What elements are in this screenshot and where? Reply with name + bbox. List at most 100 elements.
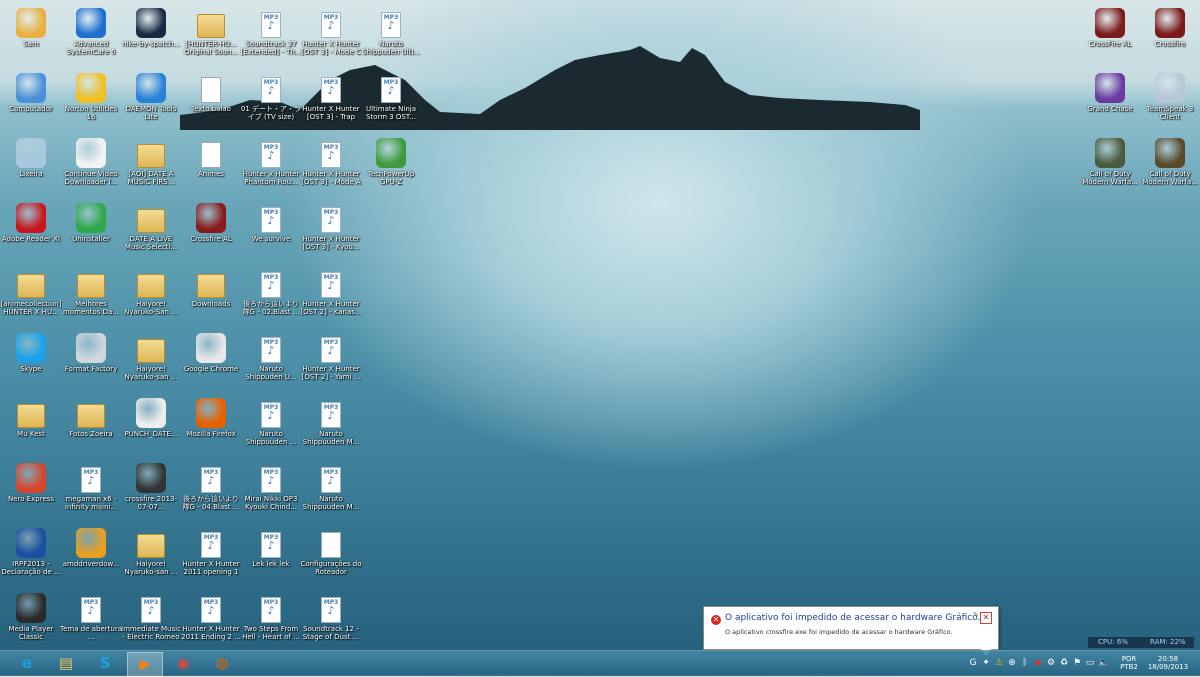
- language-indicator[interactable]: POR PTB2: [1118, 655, 1140, 671]
- tray-bluetooth-icon[interactable]: ᛒ: [1020, 658, 1030, 668]
- desktop-icon[interactable]: TeamSpeak 3 Client: [1139, 69, 1200, 133]
- desktop-icon[interactable]: Downloads: [180, 264, 242, 328]
- desktop-icon[interactable]: TechPowerUp GPU-Z: [360, 134, 422, 198]
- amd-driver-icon: [76, 528, 106, 558]
- desktop-icon[interactable]: Haiyore! Nyaruko-san ...: [120, 524, 182, 588]
- desktop-icon[interactable]: Tema de abertura ...: [60, 589, 122, 653]
- desktop-icon[interactable]: Advanced SystemCare 6: [60, 4, 122, 68]
- taskbar[interactable]: e ▤ S ▶ ◉ ◍ G ✦ ⚠ ⊕ ᛒ ◆ ⚙ ♻ ⚑ ▭ 🔈 POR PTB2 20:58 18/09/…: [0, 650, 1200, 677]
- desktop-icon[interactable]: Mozilla Firefox: [180, 394, 242, 458]
- desktop-icon[interactable]: Lixeira: [0, 134, 62, 198]
- taskbar-media-player-button[interactable]: ▶: [127, 652, 163, 677]
- desktop-icon[interactable]: Hunter X Hunter [OST 3] - Trap: [300, 69, 362, 133]
- desktop-icon[interactable]: Naruto Shippuuden M...: [300, 459, 362, 523]
- desktop-icon[interactable]: PUNCH_DATE...: [120, 394, 182, 458]
- tray-flag-icon[interactable]: ⚑: [1072, 658, 1082, 668]
- desktop-icon[interactable]: Hunter x Hunter Phantom Rou...: [240, 134, 302, 198]
- desktop-icon[interactable]: Lek lek lek: [240, 524, 302, 588]
- desktop-icon[interactable]: [AOI] DATE A MUSIC FIRS...: [120, 134, 182, 198]
- desktop-icon[interactable]: Naruto Shippuden U...: [240, 329, 302, 393]
- gpu-z-icon: [376, 138, 406, 168]
- desktop-icon[interactable]: Nero Express: [0, 459, 62, 523]
- desktop-icon[interactable]: Crossfire AL: [180, 199, 242, 263]
- tray-settings-icon[interactable]: ⚙: [1046, 658, 1056, 668]
- desktop-icon[interactable]: nike-by-spatch...: [120, 4, 182, 68]
- desktop-icon[interactable]: Media Player Classic: [0, 589, 62, 653]
- desktop-icon[interactable]: Mu Kest: [0, 394, 62, 458]
- desktop-icon[interactable]: Adobe Reader XI: [0, 199, 62, 263]
- desktop-icon[interactable]: Hunter X Hunter 2011 opening 1: [180, 524, 242, 588]
- desktop-icon[interactable]: Hunter X Hunter 2011 Ending 2 ...: [180, 589, 242, 653]
- desktop-icon[interactable]: Fotos Zoeira: [60, 394, 122, 458]
- desktop-icon[interactable]: Naruto Shippuuden ...: [240, 394, 302, 458]
- desktop-icon[interactable]: 後ろから這いより隊G - 04.Blast ...: [180, 459, 242, 523]
- taskbar-google-chrome-button[interactable]: ◉: [166, 652, 200, 675]
- desktop-icon[interactable]: Hunter X Hunter [OST 2] - Yami ...: [300, 329, 362, 393]
- desktop-icon[interactable]: Call of Duty Modern Warfa...: [1079, 134, 1141, 198]
- desktop-icon[interactable]: Format Factory: [60, 329, 122, 393]
- desktop-icon[interactable]: DATE A LIVE Music Selecti...: [120, 199, 182, 263]
- desktop-icon-label: Mu Kest: [17, 430, 45, 438]
- desktop-icon[interactable]: Continue Video Downloader l...: [60, 134, 122, 198]
- desktop-icon[interactable]: Sam: [0, 4, 62, 68]
- desktop-icon[interactable]: CrossFire AL: [1079, 4, 1141, 68]
- tray-volume-icon[interactable]: 🔈: [1098, 658, 1109, 668]
- close-button[interactable]: ✕: [980, 612, 992, 624]
- desktop-icon[interactable]: Ultimate Ninja Storm 3 OST...: [360, 69, 422, 133]
- desktop-icon[interactable]: crossfire 2013-07-07...: [120, 459, 182, 523]
- desktop-icon[interactable]: Skype: [0, 329, 62, 393]
- desktop-icon[interactable]: IRPF2013 - Declaração de ...: [0, 524, 62, 588]
- taskbar-internet-explorer-button[interactable]: e: [10, 652, 44, 675]
- desktop-icon[interactable]: Mirai Nikki OP3 Kyouki Chind...: [240, 459, 302, 523]
- desktop-icon[interactable]: megaman x6 - infinity mijini...: [60, 459, 122, 523]
- desktop-icon[interactable]: Soundtrack 37 [Extended] - Th...: [240, 4, 302, 68]
- tray-crossfire-tray-icon[interactable]: ✦: [981, 658, 991, 668]
- desktop-icon[interactable]: Computador: [0, 69, 62, 133]
- desktop-icon[interactable]: Haiyore! Nyaruko-san ...: [120, 329, 182, 393]
- desktop-icon[interactable]: 01 デート・ア・ライブ (TV size): [240, 69, 302, 133]
- desktop-icon[interactable]: Melhores momentos Da...: [60, 264, 122, 328]
- desktop-icon[interactable]: Uninstaller: [60, 199, 122, 263]
- desktop-icon[interactable]: Google Chrome: [180, 329, 242, 393]
- desktop-icon[interactable]: Soundtrack 12 - Stage of Dust ...: [300, 589, 362, 653]
- desktop-icon[interactable]: [HUNTER-HU... Original Soun...: [180, 4, 242, 68]
- media-player-classic-icon: [16, 593, 46, 623]
- desktop-icon[interactable]: Animes: [180, 134, 242, 198]
- desktop-icon[interactable]: Crossfire: [1139, 4, 1200, 68]
- desktop-icon[interactable]: DAEMON Tools Lite: [120, 69, 182, 133]
- tray-antivirus-icon[interactable]: ◆: [1033, 658, 1043, 668]
- desktop-icon[interactable]: Two Steps From Hell - Heart of ...: [240, 589, 302, 653]
- desktop-icon[interactable]: Call of Duty Modern Warfa...: [1139, 134, 1200, 198]
- desktop-icon[interactable]: Texto balao: [180, 69, 242, 133]
- desktop-icon[interactable]: 後ろから這いより隊G - 02.Blast ...: [240, 264, 302, 328]
- taskbar-skype-button[interactable]: S: [88, 652, 122, 675]
- desktop-icon[interactable]: Haiyore! Nyaruko-San ...: [120, 264, 182, 328]
- desktop-icon[interactable]: Grand Chase: [1079, 69, 1141, 133]
- taskbar-mozilla-firefox-button[interactable]: ◍: [205, 652, 239, 675]
- desktop-icon-label: Nero Express: [7, 495, 55, 503]
- system-monitor-gadget[interactable]: CPU: 6% RAM: 22%: [1088, 637, 1194, 648]
- clock[interactable]: 20:58 18/09/2013: [1146, 655, 1190, 671]
- tray-monitor-icon[interactable]: ▭: [1085, 658, 1095, 668]
- desktop-icon[interactable]: [animecollection] HUNTER X HU...: [0, 264, 62, 328]
- desktop-icon[interactable]: Naruto Shippuuden M...: [300, 394, 362, 458]
- tray-network-adapter-icon[interactable]: ⊕: [1007, 658, 1017, 668]
- desktop-icon[interactable]: Hunter X Hunter [OST 3] - Mode C: [300, 4, 362, 68]
- taskbar-file-explorer-button[interactable]: ▤: [49, 652, 83, 675]
- tray-recycle-icon[interactable]: ♻: [1059, 658, 1069, 668]
- desktop-icon[interactable]: Hunter X Hunter [OST 2] - Kanas...: [300, 264, 362, 328]
- desktop-icon[interactable]: We survive: [240, 199, 302, 263]
- notification-balloon[interactable]: ✕ O aplicativo foi impedido de acessar o…: [703, 606, 999, 656]
- desktop-icon[interactable]: Norton Utilities 16: [60, 69, 122, 133]
- pin-icon[interactable]: ✎: [973, 611, 979, 619]
- tray-google-update-icon[interactable]: G: [968, 658, 978, 668]
- desktop-icon[interactable]: Immediate Music - Electric Romeo: [120, 589, 182, 653]
- desktop-icon[interactable]: amddriverdow...: [60, 524, 122, 588]
- desktop[interactable]: Sam Advanced SystemCare 6 nike-by-spatch..…: [0, 0, 1200, 650]
- tray-warning-icon[interactable]: ⚠: [994, 658, 1004, 668]
- desktop-icon[interactable]: Configurações do Roteador: [300, 524, 362, 588]
- desktop-icon[interactable]: Hunter X Hunter [OST 3] - Mode A: [300, 134, 362, 198]
- desktop-icon-label: Hunter X Hunter [OST 3] - Trap: [302, 105, 360, 121]
- desktop-icon[interactable]: Naruto Shippuden Ulti...: [360, 4, 422, 68]
- desktop-icon[interactable]: Hunter X Hunter [OST 3] - Kyou...: [300, 199, 362, 263]
